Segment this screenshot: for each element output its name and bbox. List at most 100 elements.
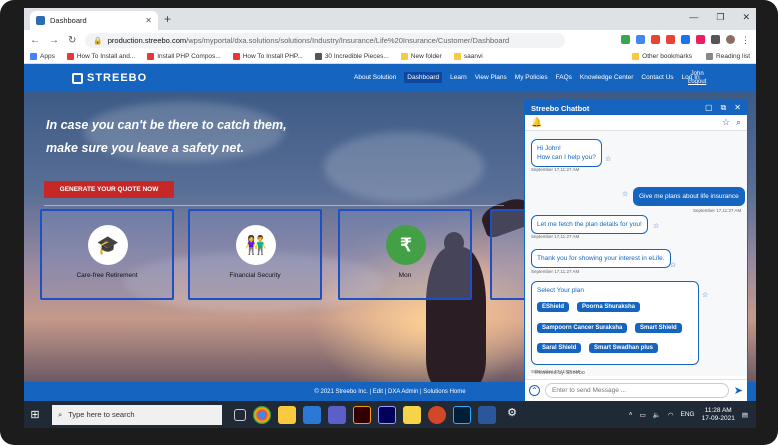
- chat-message-input[interactable]: [545, 383, 729, 398]
- bookmark-apps[interactable]: Apps: [30, 53, 55, 60]
- wifi-icon[interactable]: ◠: [668, 411, 674, 419]
- plan-poorna-shuraksha-button[interactable]: Poorna Shuraksha: [577, 302, 641, 312]
- favorite-star-icon[interactable]: ☆: [653, 222, 659, 230]
- user-message: Give me plans about life insurance: [633, 187, 745, 206]
- extension-icon[interactable]: [666, 34, 675, 44]
- settings-gear-icon[interactable]: ⚙: [503, 406, 521, 424]
- card-money[interactable]: ₹ Mon: [338, 209, 472, 300]
- other-bookmarks[interactable]: Other bookmarks: [632, 53, 692, 60]
- bookmark-favicon-icon: [66, 53, 74, 60]
- bookmark-label: Other bookmarks: [642, 53, 693, 60]
- back-icon[interactable]: ←: [30, 35, 40, 46]
- favorite-star-icon[interactable]: ☆: [605, 155, 611, 163]
- nav-dashboard[interactable]: Dashboard: [404, 72, 443, 83]
- hero-line-1: In case you can't be there to catch them…: [46, 118, 287, 132]
- teams-icon[interactable]: [328, 405, 346, 424]
- reload-icon[interactable]: ↻: [68, 35, 76, 46]
- tab-title: Dashboard: [50, 16, 87, 25]
- favorite-star-icon[interactable]: ☆: [722, 117, 730, 128]
- nav-learn[interactable]: Learn: [450, 74, 467, 83]
- nav-my-policies[interactable]: My Policies: [515, 74, 548, 83]
- bookmark-item[interactable]: How To Install PHP...: [232, 53, 303, 60]
- task-view-icon[interactable]: [234, 408, 246, 421]
- popout-icon[interactable]: ▢: [705, 103, 713, 113]
- plan-sampoorn-cancer-suraksha-button[interactable]: Sampoorn Cancer Suraksha: [537, 323, 628, 333]
- extension-icon[interactable]: [651, 34, 660, 44]
- minimize-icon[interactable]: —: [689, 12, 698, 23]
- clock[interactable]: 11:28 AM 17-09-2021: [702, 407, 735, 423]
- close-chat-icon[interactable]: ✕: [734, 103, 741, 113]
- maximize-icon[interactable]: ❐: [716, 12, 724, 23]
- plan-saral-shield-button[interactable]: Saral Shield: [537, 343, 582, 353]
- menu-dots-icon[interactable]: ⋮: [741, 35, 750, 46]
- rupee-icon: ₹: [386, 225, 426, 265]
- close-window-icon[interactable]: ✕: [742, 12, 750, 23]
- network-icon[interactable]: ▭: [640, 411, 646, 419]
- favorite-star-icon[interactable]: ☆: [670, 261, 676, 269]
- bookmark-label: saanvi: [463, 53, 483, 60]
- forward-icon[interactable]: →: [49, 35, 59, 46]
- photoshop-icon[interactable]: [453, 405, 471, 424]
- bookmark-label: Reading list: [716, 53, 750, 60]
- address-bar-row: ← → ↻ 🔒 production.streebo.com/wps/mypor…: [24, 30, 756, 50]
- nav-knowledge-center[interactable]: Knowledge Center: [580, 74, 633, 83]
- plan-smart-swadhan-plus-button[interactable]: Smart Swadhan plus: [589, 343, 659, 353]
- favorite-star-icon[interactable]: ☆: [702, 291, 708, 299]
- puzzle-icon[interactable]: [711, 34, 720, 44]
- taskbar-search[interactable]: ⌕ Type here to search: [52, 404, 222, 425]
- hero-line-2: make sure you leave a safety net.: [46, 141, 245, 155]
- extension-icon[interactable]: [696, 34, 705, 44]
- chrome-icon[interactable]: [253, 405, 271, 424]
- bookmark-item[interactable]: Install PHP Compos...: [147, 53, 221, 60]
- plan-eshield-button[interactable]: EShield: [537, 302, 570, 312]
- illustrator-icon[interactable]: [353, 405, 371, 424]
- extension-icon[interactable]: [681, 34, 690, 44]
- bookmark-folder[interactable]: saanvi: [453, 53, 483, 60]
- after-effects-icon[interactable]: [378, 405, 396, 424]
- notifications-icon[interactable]: ▤: [742, 411, 748, 419]
- bookmark-item[interactable]: 30 Incredible Pieces...: [314, 53, 389, 60]
- site-logo[interactable]: STREEBO: [72, 72, 147, 84]
- folder-icon: [400, 53, 408, 60]
- bookmark-item[interactable]: How To Install and...: [66, 53, 135, 60]
- favicon-icon: [36, 16, 45, 25]
- chatbot-title: Streebo Chatbot: [531, 103, 590, 113]
- volume-icon[interactable]: 🔈: [653, 411, 661, 419]
- message-timestamp: September 17,11:27 AM: [531, 167, 580, 172]
- show-hidden-icon[interactable]: ˄: [629, 411, 633, 418]
- windows-start-icon[interactable]: ⊞: [24, 408, 46, 421]
- file-explorer-icon[interactable]: [278, 405, 296, 424]
- sticky-notes-icon[interactable]: [403, 405, 421, 424]
- extension-icon[interactable]: [636, 34, 645, 44]
- card-financial-security[interactable]: 👫 Financial Security: [188, 209, 322, 300]
- word-icon[interactable]: [478, 405, 496, 424]
- nav-faqs[interactable]: FAQs: [556, 74, 572, 83]
- card-retirement[interactable]: 🎓 Care-free Retirement: [40, 209, 174, 300]
- chevron-up-icon[interactable]: ⌃: [529, 385, 540, 396]
- favorite-star-icon[interactable]: ☆: [622, 190, 628, 198]
- bell-icon[interactable]: 🔔: [531, 117, 542, 128]
- send-icon[interactable]: ➤: [734, 384, 743, 397]
- message-timestamp: September 17,11:27 AM: [693, 208, 742, 213]
- search-icon[interactable]: ⌕: [736, 117, 741, 128]
- browser-tab[interactable]: Dashboard ✕: [30, 11, 158, 30]
- nav-contact-us[interactable]: Contact Us: [641, 74, 673, 83]
- close-tab-icon[interactable]: ✕: [145, 16, 152, 25]
- url-input[interactable]: 🔒 production.streebo.com/wps/myportal/dx…: [85, 32, 566, 48]
- reading-list[interactable]: Reading list: [706, 53, 750, 60]
- outlook-icon[interactable]: [303, 405, 321, 424]
- input-language[interactable]: ENG: [681, 411, 695, 418]
- powerpoint-icon[interactable]: [428, 405, 446, 424]
- logout-link[interactable]: Logout: [688, 78, 706, 86]
- screen: Dashboard ✕ + — ❐ ✕ ← → ↻ 🔒 production.s…: [24, 8, 756, 428]
- profile-avatar[interactable]: [726, 34, 735, 44]
- nav-view-plans[interactable]: View Plans: [475, 74, 507, 83]
- nav-about-solution[interactable]: About Solution: [354, 74, 396, 83]
- expand-icon[interactable]: ⧉: [721, 103, 727, 113]
- extension-icon[interactable]: [621, 34, 630, 44]
- generate-quote-button[interactable]: GENERATE YOUR QUOTE NOW: [44, 181, 174, 198]
- plan-smart-shield-button[interactable]: Smart Shield: [635, 323, 682, 333]
- new-tab-icon[interactable]: +: [164, 12, 171, 26]
- user-name: John: [690, 71, 704, 77]
- bookmark-folder[interactable]: New folder: [400, 53, 442, 60]
